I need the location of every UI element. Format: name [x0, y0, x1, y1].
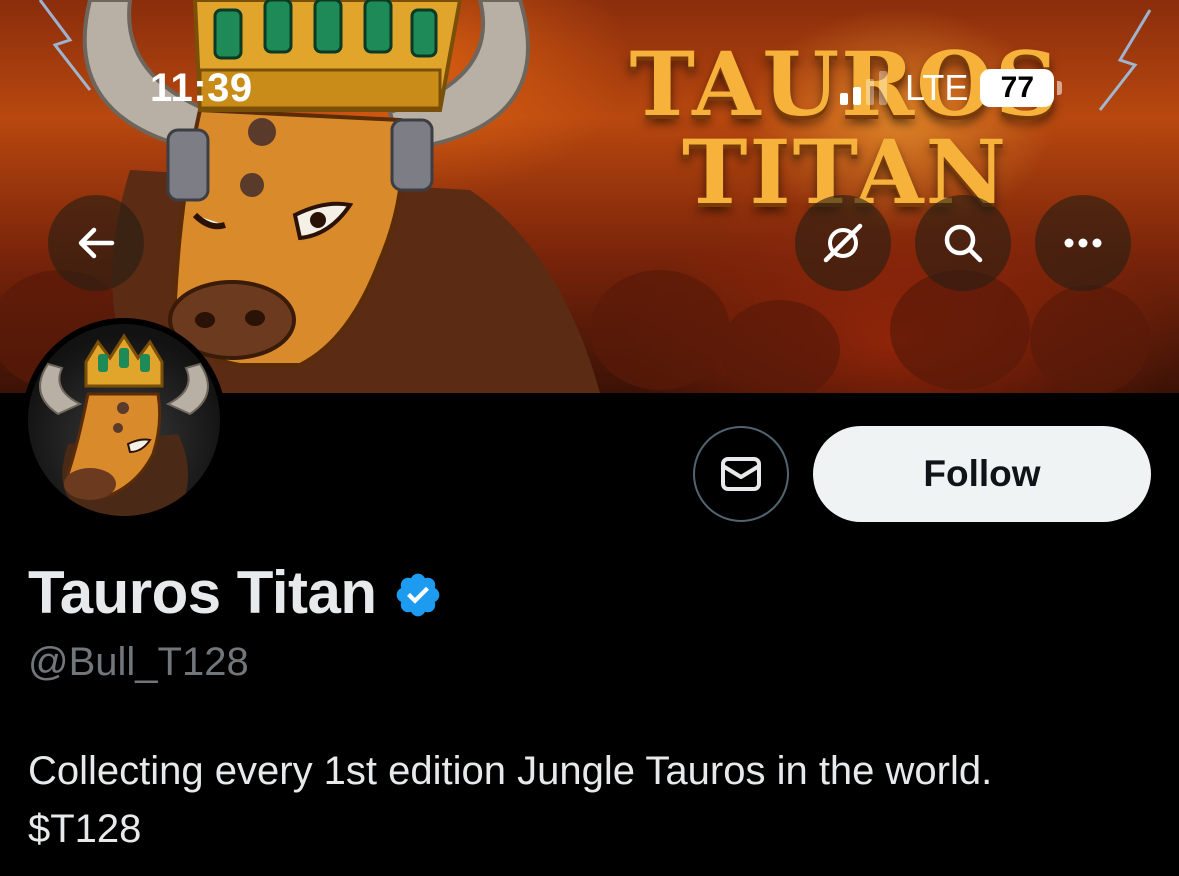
bio-line-2[interactable]: $T128 [28, 800, 1148, 858]
profile-bio: Collecting every 1st edition Jungle Taur… [28, 742, 1148, 858]
verified-badge-icon[interactable] [393, 570, 443, 620]
follow-button[interactable]: Follow [813, 426, 1151, 522]
grok-button[interactable] [795, 195, 891, 291]
back-arrow-icon [78, 227, 115, 259]
avatar-image [28, 324, 220, 516]
banner-title: TAUROS TITAN [610, 40, 1080, 216]
status-time: 11:39 [150, 66, 253, 110]
back-button[interactable] [48, 195, 144, 291]
status-indicators: LTE 77 [840, 67, 1063, 108]
display-name: Tauros Titan [28, 559, 377, 626]
battery-indicator: 77 [980, 69, 1063, 107]
more-button[interactable] [1035, 195, 1131, 291]
profile-avatar[interactable] [22, 318, 226, 522]
grok-icon [823, 223, 863, 263]
mail-icon [721, 457, 761, 491]
bio-line-1: Collecting every 1st edition Jungle Taur… [28, 749, 993, 793]
avatar-bull-icon [39, 333, 209, 516]
network-type: LTE [905, 67, 969, 108]
message-button[interactable] [693, 426, 789, 522]
search-icon [944, 224, 983, 263]
signal-strength-icon [840, 71, 887, 105]
profile-handle: @Bull_T128 [28, 640, 249, 684]
search-button[interactable] [915, 195, 1011, 291]
profile-name-row: Tauros Titan [28, 558, 443, 627]
more-icon [1064, 238, 1102, 248]
